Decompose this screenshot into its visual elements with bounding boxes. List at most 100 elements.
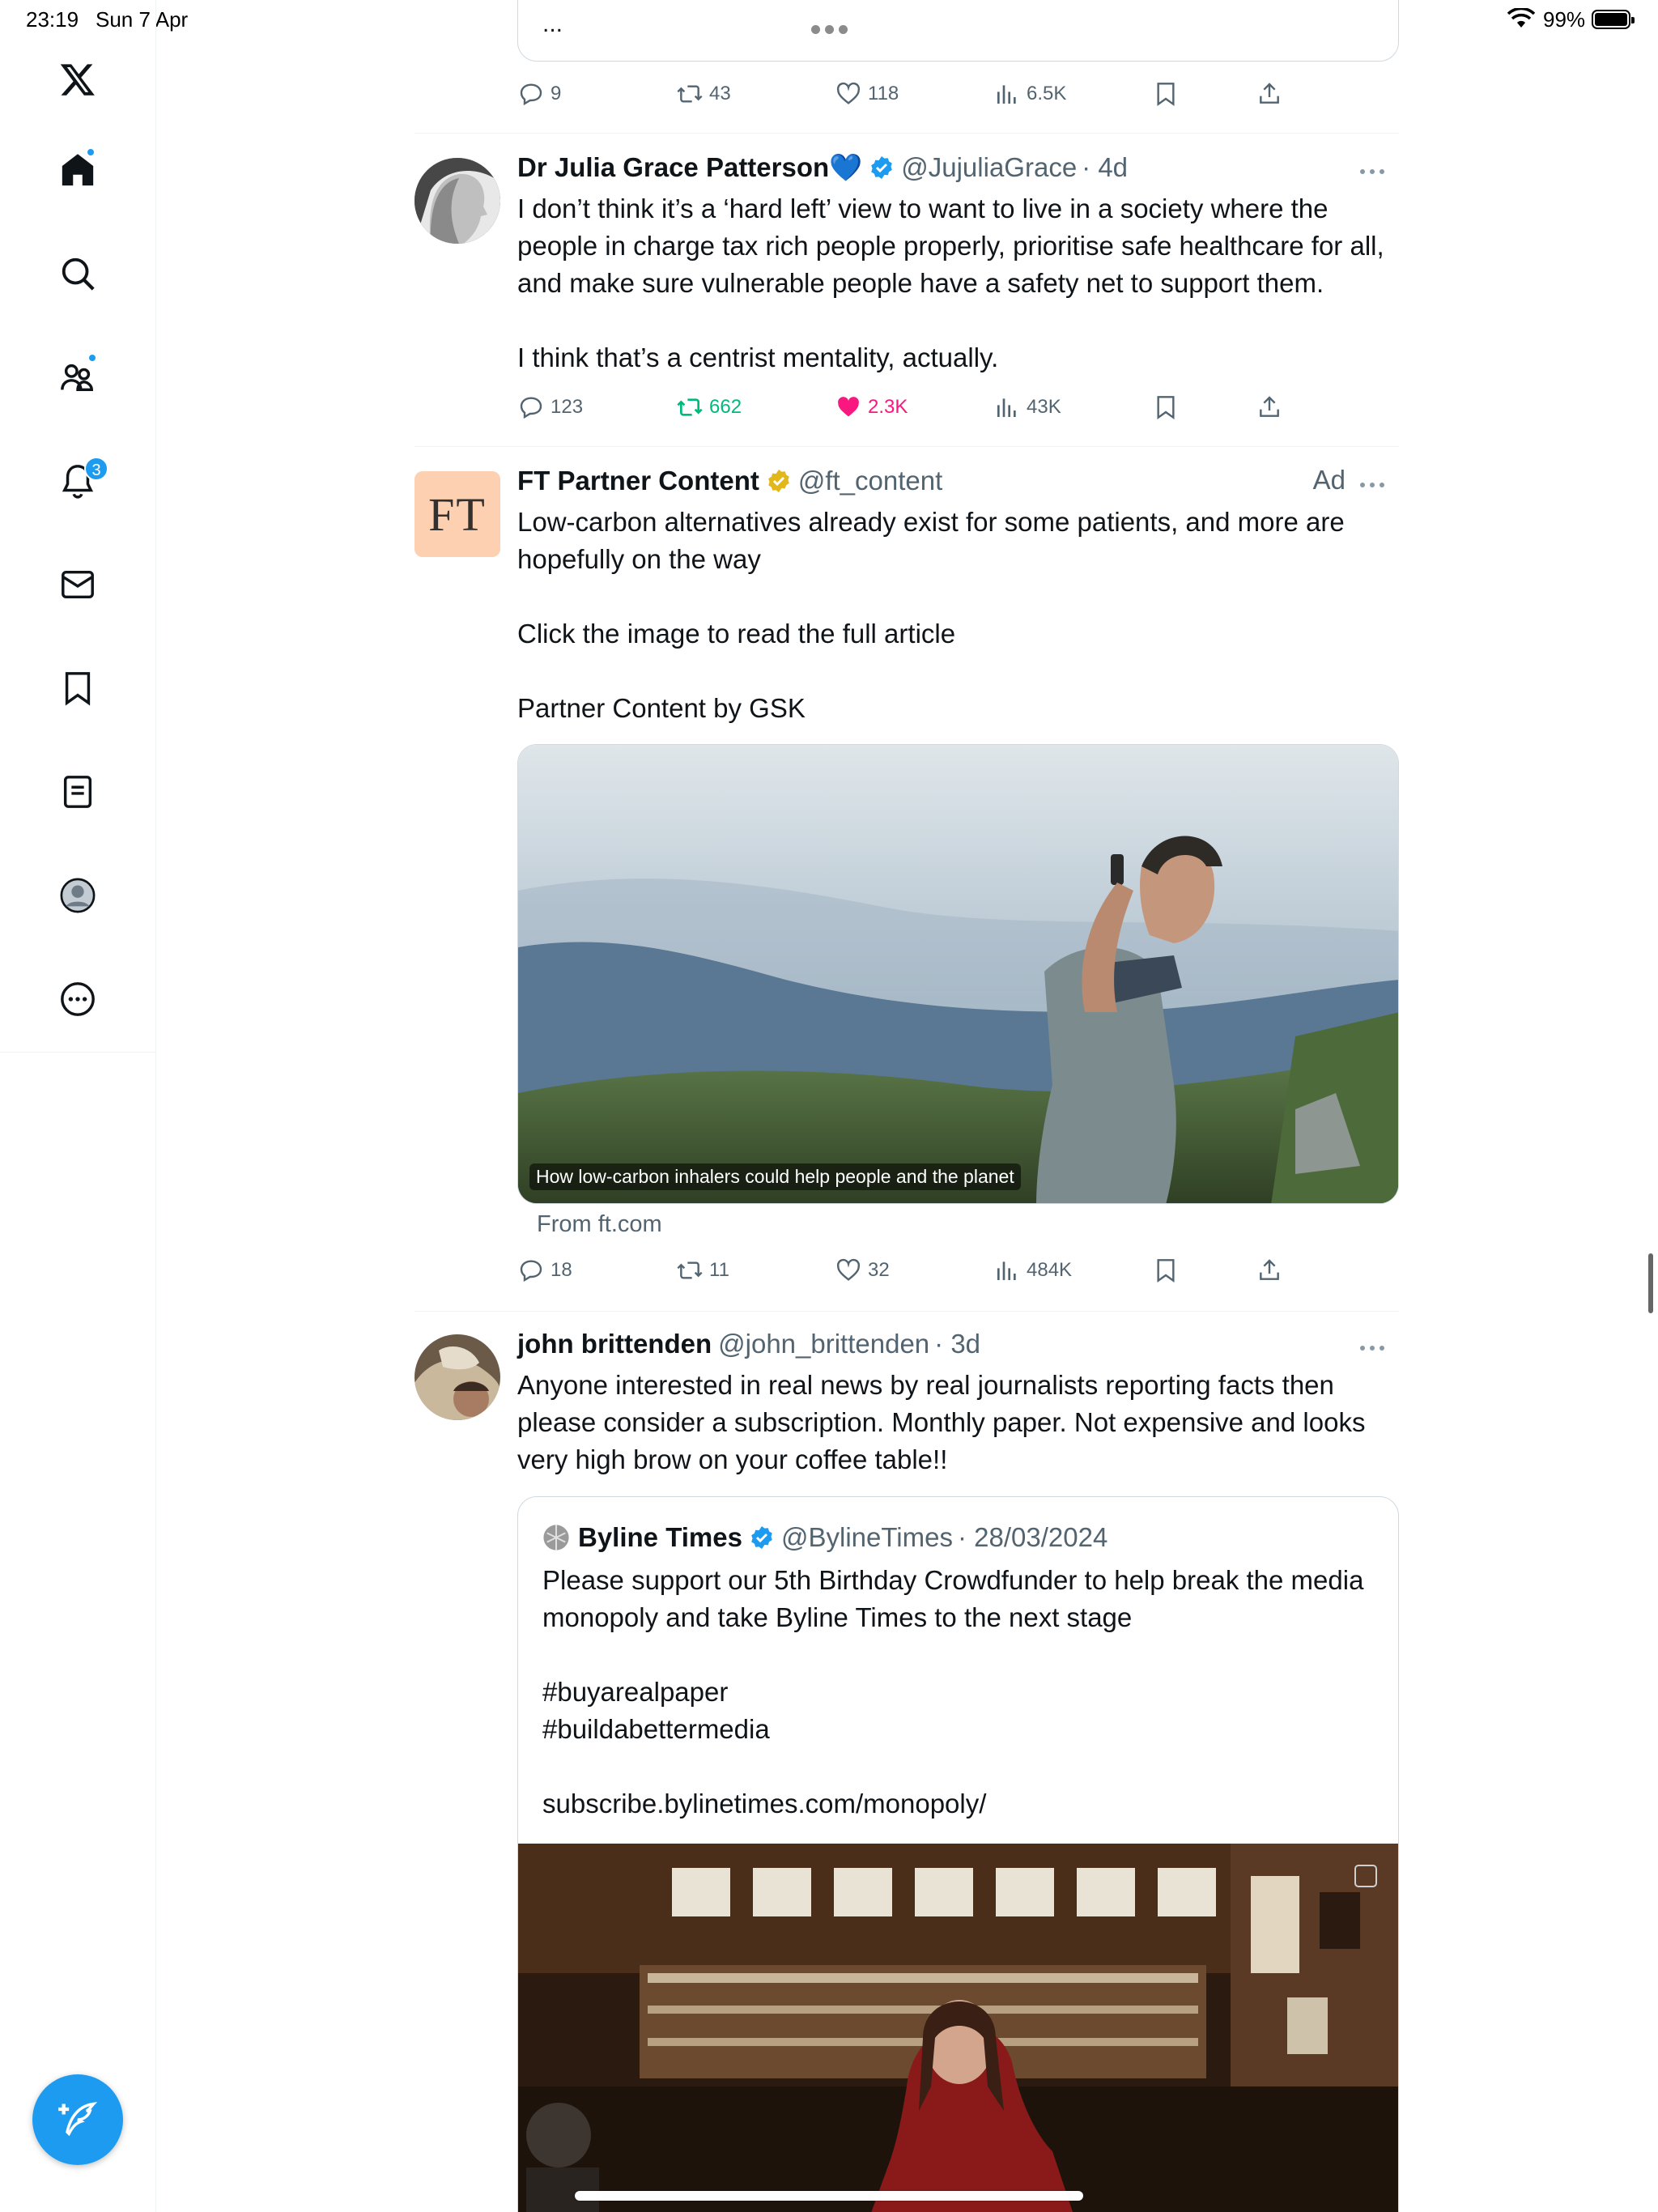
search-icon[interactable]	[45, 241, 110, 306]
more-options-icon[interactable]	[45, 967, 110, 1032]
avatar[interactable]	[414, 158, 500, 244]
quoted-tweet[interactable]: Byline Times @BylineTimes · 28/03/2024 P…	[517, 1496, 1399, 2212]
timeline-feed: ... 9 43 118 6.5K Dr Julia Grace Patters…	[414, 0, 1399, 2212]
heart-icon	[836, 82, 861, 104]
reply-icon	[520, 83, 542, 106]
tweet-john[interactable]: john brittenden @john_brittenden · 3d An…	[414, 1312, 1399, 2212]
share-button[interactable]	[1256, 1254, 1289, 1287]
share-icon	[1260, 83, 1279, 104]
tweet-time[interactable]: · 3d	[934, 1329, 980, 1359]
tweet-actions: 123 662 2.3K 43K	[518, 391, 1328, 423]
bookmark-icon	[1157, 1259, 1175, 1283]
gold-verified-badge-icon	[768, 470, 789, 492]
reply-button[interactable]: 123	[518, 391, 583, 423]
tweet-time[interactable]: · 4d	[1082, 152, 1128, 183]
tweet-header: FT Partner Content @ft_content	[517, 463, 1399, 499]
article-card-image[interactable]: How low-carbon inhalers could help peopl…	[517, 744, 1399, 1204]
views-chart-icon	[997, 85, 1016, 104]
bar-interior-video-frame	[518, 1844, 1398, 2212]
communities-icon[interactable]	[45, 345, 110, 410]
more-menu-icon[interactable]	[1360, 1346, 1384, 1351]
media-settings-icon[interactable]	[1354, 1865, 1377, 1887]
tweet-text: Low-carbon alternatives already exist fo…	[517, 507, 1345, 723]
tweet-text: Anyone interested in real news by real j…	[517, 1370, 1373, 1474]
tweet-header: john brittenden @john_brittenden · 3d	[517, 1326, 1399, 1362]
share-icon	[1260, 396, 1279, 417]
avatar[interactable]	[414, 1334, 500, 1420]
author-handle[interactable]: @JujuliaGrace	[901, 152, 1077, 183]
quoted-tweet-text: Please support our 5th Birthday Crowdfun…	[542, 1565, 1364, 1819]
views-chart-icon	[997, 1261, 1016, 1280]
reply-button[interactable]: 9	[518, 78, 561, 110]
author-handle[interactable]: @ft_content	[798, 466, 942, 496]
views-chart-icon	[997, 398, 1016, 417]
bookmark-icon	[1157, 83, 1175, 106]
tweet-header: Dr Julia Grace Patterson💙 @JujuliaGrace …	[517, 150, 1399, 185]
ad-label: Ad	[1312, 465, 1346, 495]
share-button[interactable]	[1256, 78, 1289, 110]
lists-icon[interactable]	[45, 759, 110, 824]
author-name[interactable]: FT Partner Content	[517, 466, 759, 496]
like-button[interactable]: 32	[835, 1254, 890, 1287]
quoted-author-handle[interactable]: @BylineTimes	[781, 1522, 953, 1553]
tweet-ft-ad[interactable]: FT FT Partner Content @ft_content Ad Low…	[414, 447, 1399, 1311]
repost-icon	[677, 398, 703, 416]
truncated-card[interactable]: ...	[517, 0, 1399, 62]
reply-icon	[520, 1260, 542, 1283]
quoted-video[interactable]	[518, 1844, 1398, 2212]
card-ellipsis: ...	[542, 11, 563, 37]
compose-feather-icon	[58, 2102, 98, 2137]
bookmark-icon	[1157, 396, 1175, 419]
reply-button[interactable]: 18	[518, 1254, 572, 1287]
author-name[interactable]: john brittenden	[517, 1329, 712, 1359]
bookmark-button[interactable]	[1153, 78, 1185, 110]
bookmark-button[interactable]	[1153, 391, 1185, 423]
tweet-text: I don’t think it’s a ‘hard left’ view to…	[517, 194, 1384, 372]
tweet-actions: 9 43 118 6.5K	[518, 78, 1328, 110]
quoted-tweet-date: · 28/03/2024	[957, 1522, 1108, 1552]
quoted-author-name[interactable]: Byline Times	[578, 1522, 742, 1553]
profile-avatar-icon[interactable]	[45, 863, 110, 928]
verified-badge-icon	[751, 1526, 772, 1549]
verified-badge-icon	[871, 156, 893, 179]
repost-button[interactable]: 43	[677, 78, 731, 110]
author-name[interactable]: Dr Julia Grace Patterson💙	[517, 152, 862, 184]
sidebar: 3	[0, 0, 156, 2212]
views-button[interactable]: 6.5K	[994, 78, 1066, 110]
notifications-bell-icon[interactable]: 3	[45, 449, 110, 513]
card-caption: How low-carbon inhalers could help peopl…	[529, 1163, 1021, 1190]
x-logo-icon[interactable]	[45, 47, 110, 112]
reply-icon	[520, 397, 542, 419]
bookmark-button[interactable]	[1153, 1254, 1185, 1287]
card-source[interactable]: From ft.com	[537, 1211, 662, 1238]
repost-icon	[677, 85, 703, 103]
tweet-julia[interactable]: Dr Julia Grace Patterson💙 @JujuliaGrace …	[414, 134, 1399, 446]
repost-button[interactable]: 11	[677, 1254, 729, 1287]
more-menu-icon[interactable]	[1360, 169, 1384, 174]
wifi-icon	[1507, 6, 1536, 35]
communities-unread-dot	[87, 353, 97, 363]
bookmarks-icon[interactable]	[45, 656, 110, 721]
tweet-partial[interactable]: ... 9 43 118 6.5K	[414, 0, 1399, 133]
repost-icon	[677, 1261, 703, 1279]
repost-button[interactable]: 662	[677, 391, 742, 423]
messages-envelope-icon[interactable]	[45, 552, 110, 617]
like-button[interactable]: 2.3K	[835, 391, 908, 423]
home-indicator[interactable]	[575, 2191, 1083, 2201]
battery-percentage: 99%	[1543, 7, 1586, 32]
home-icon[interactable]	[45, 138, 110, 202]
compose-post-button[interactable]	[32, 2074, 123, 2165]
quoted-tweet-header: Byline Times @BylineTimes · 28/03/2024	[542, 1521, 1107, 1554]
scrollbar-thumb[interactable]	[1648, 1253, 1653, 1313]
views-button[interactable]: 43K	[994, 391, 1061, 423]
views-button[interactable]: 484K	[994, 1254, 1072, 1287]
byline-times-avatar[interactable]	[542, 1524, 570, 1551]
like-button[interactable]: 118	[835, 78, 899, 110]
share-icon	[1260, 1259, 1279, 1280]
more-menu-icon[interactable]	[1360, 483, 1384, 487]
home-unread-dot	[86, 147, 96, 157]
share-button[interactable]	[1256, 391, 1289, 423]
heart-filled-icon	[838, 397, 859, 417]
ft-logo-avatar[interactable]: FT	[414, 471, 500, 557]
author-handle[interactable]: @john_brittenden	[718, 1329, 929, 1359]
